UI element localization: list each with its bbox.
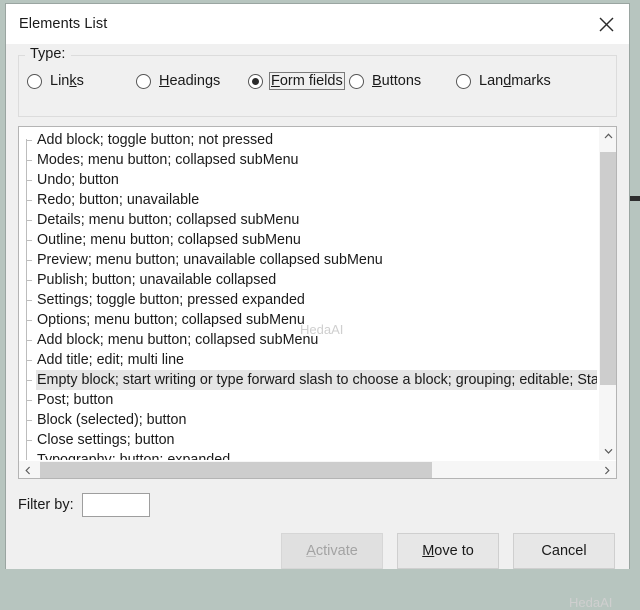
list-item[interactable]: Preview; menu button; unavailable collap… [19,250,597,270]
radio-headings[interactable]: Headings [136,72,222,90]
tree-connector-icon [22,190,36,210]
list-item[interactable]: Post; button [19,390,597,410]
filter-row: Filter by: [18,493,617,517]
list-item-label: Add title; edit; multi line [37,352,185,368]
list-item[interactable]: Add block; toggle button; not pressed [19,130,597,150]
list-item[interactable]: Empty block; start writing or type forwa… [19,370,597,390]
edge-artifact [630,196,640,201]
radio-form-fields[interactable]: Form fields [248,72,345,90]
tree-connector-icon [22,270,36,290]
dialog-titlebar: Elements List [6,4,629,44]
list-item[interactable]: Add block; menu button; collapsed subMen… [19,330,597,350]
radio-label: Form fields [269,72,345,90]
activate-button: Activate [281,533,383,569]
radio-circle-icon [27,73,42,89]
chevron-left-icon[interactable] [19,461,37,478]
radio-landmarks[interactable]: Landmarks [456,72,553,90]
tree-connector-icon [22,390,36,410]
filter-input[interactable] [81,493,150,517]
list-item-label: Post; button [37,392,114,408]
radio-label: Headings [159,73,221,89]
tree-connector-icon [22,350,36,370]
list-item[interactable]: Details; menu button; collapsed subMenu [19,210,597,230]
list-item[interactable]: Redo; button; unavailable [19,190,597,210]
list-item-label: Preview; menu button; unavailable collap… [37,252,383,268]
horizontal-scrollbar[interactable] [19,460,616,478]
chevron-right-icon[interactable] [598,461,616,478]
list-item[interactable]: Options; menu button; collapsed subMenu [19,310,597,330]
radio-label: Landmarks [479,73,551,89]
move-to-button[interactable]: Move to [397,533,499,569]
tree-connector-icon [22,410,36,430]
tree-connector-icon [22,230,36,250]
elements-list-dialog: Elements List Type: Links Headings Form fi… [5,3,630,610]
list-item[interactable]: Settings; toggle button; pressed expande… [19,290,597,310]
list-item-label: Add block; toggle button; not pressed [37,132,274,148]
list-item-label: Details; menu button; collapsed subMenu [37,212,300,228]
radio-links[interactable]: Links [27,72,86,90]
radio-circle-icon [349,73,364,89]
vertical-scrollbar[interactable] [598,127,616,460]
tree-connector-icon [22,170,36,190]
radio-label: Links [50,73,84,89]
list-item-label: Redo; button; unavailable [37,192,200,208]
tree-connector-icon [22,250,36,270]
listview-viewport: Add block; toggle button; not pressed Mod… [19,127,597,460]
list-item-label: Add block; menu button; collapsed subMen… [37,332,319,348]
radio-circle-icon [248,73,263,89]
list-item-label: Options; menu button; collapsed subMenu [37,312,305,328]
list-item-label: Typography; button; expanded [37,452,231,460]
list-item[interactable]: Undo; button [19,170,597,190]
list-item-label: Modes; menu button; collapsed subMenu [37,152,299,168]
tree-connector-icon [22,150,36,170]
listview-items: Add block; toggle button; not pressed Mod… [19,127,597,460]
tree-connector-icon [22,130,36,150]
list-item[interactable]: Add title; edit; multi line [19,350,597,370]
dialog-body: Type: Links Headings Form fields Buttons Lan… [6,44,629,610]
type-groupbox: Type: Links Headings Form fields Buttons Lan… [18,46,617,117]
vertical-scrollbar-thumb[interactable] [600,152,616,385]
chevron-up-icon[interactable] [599,127,616,145]
list-item[interactable]: Typography; button; expanded [19,450,597,460]
filter-label: Filter by: [18,497,74,513]
list-item[interactable]: Close settings; button [19,430,597,450]
radio-circle-icon [136,73,151,89]
radio-buttons[interactable]: Buttons [349,72,423,90]
list-item[interactable]: Block (selected); button [19,410,597,430]
list-item-label: Publish; button; unavailable collapsed [37,272,277,288]
horizontal-scrollbar-thumb[interactable] [40,462,432,478]
type-group-label: Type: [27,46,69,62]
tree-connector-icon [22,330,36,350]
close-icon[interactable] [583,4,629,44]
list-item-label: Block (selected); button [37,412,187,428]
tree-connector-icon [22,370,36,390]
list-item-label: Empty block; start writing or type forwa… [36,370,597,390]
chevron-down-icon[interactable] [599,442,616,460]
tree-connector-icon [22,450,36,460]
tree-connector-icon [22,210,36,230]
tree-connector-icon [22,290,36,310]
list-item-label: Settings; toggle button; pressed expande… [37,292,305,308]
cancel-button[interactable]: Cancel [513,533,615,569]
list-item[interactable]: Publish; button; unavailable collapsed [19,270,597,290]
list-item[interactable]: Outline; menu button; collapsed subMenu [19,230,597,250]
radio-circle-icon [456,73,471,89]
dialog-button-row: Activate Move to Cancel [18,533,617,569]
tree-connector-icon [22,430,36,450]
dialog-title: Elements List [19,16,108,32]
tree-connector-icon [22,310,36,330]
list-item-label: Close settings; button [37,432,175,448]
radio-label: Buttons [372,73,422,89]
elements-listview[interactable]: Add block; toggle button; not pressed Mod… [18,126,617,479]
list-item[interactable]: Modes; menu button; collapsed subMenu [19,150,597,170]
watermark-bottom: HedaAI [569,595,613,610]
list-item-label: Outline; menu button; collapsed subMenu [37,232,301,248]
list-item-label: Undo; button [37,172,119,188]
